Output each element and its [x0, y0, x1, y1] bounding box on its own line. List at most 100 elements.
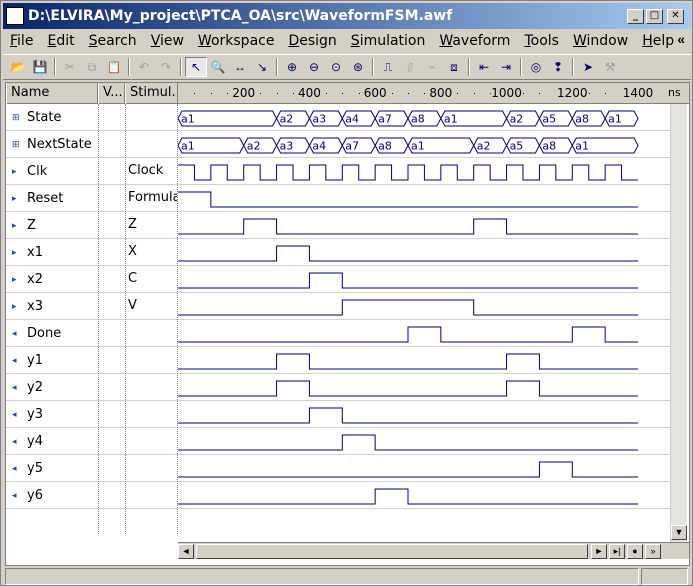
measure-tool-icon[interactable]: ↔	[229, 57, 251, 77]
signal-name-cell[interactable]: ▸ Clk	[6, 158, 98, 185]
ruler-minor-tick	[210, 93, 212, 94]
menu-workspace[interactable]: Workspace	[191, 33, 282, 49]
scroll-right-button[interactable]: ►	[591, 544, 607, 559]
undo-icon[interactable]: ↶	[133, 57, 155, 77]
find-binoculars-icon[interactable]: ◎	[525, 57, 547, 77]
next-edge-icon[interactable]: ⇥	[495, 57, 517, 77]
maximize-button[interactable]: □	[646, 9, 663, 24]
open-folder-icon[interactable]: 📂	[7, 57, 29, 77]
select-pointer-icon[interactable]: ↖	[185, 57, 207, 77]
signal-value-cell	[98, 104, 125, 131]
zoom-fit-icon[interactable]: ⊙	[325, 57, 347, 77]
vertical-scrollbar[interactable]: ▼	[670, 104, 687, 542]
signal-name-cell[interactable]: ◂ y2	[6, 374, 98, 401]
signal-name-cell[interactable]: ▸ Reset	[6, 185, 98, 212]
menu-edit[interactable]: Edit	[40, 33, 81, 49]
signal-stimulator[interactable]	[125, 482, 177, 509]
app-icon	[6, 7, 24, 25]
add-signal-icon[interactable]: ⎍	[377, 57, 399, 77]
signal-name-cell[interactable]: ▸ x1	[6, 239, 98, 266]
save-icon[interactable]: 💾	[29, 57, 51, 77]
prev-edge-icon[interactable]: ⇤	[473, 57, 495, 77]
waveform-canvas[interactable]: a1 a2 a3 a4 a7 a8 a1 a2 a5 a8 a1 a1 a2 a3 a4 a7 a8 a1 a2 a5…	[178, 104, 666, 514]
delete-signal-icon[interactable]: ⎎	[399, 57, 421, 77]
signal-name-cell[interactable]: ⊞ NextState	[6, 131, 98, 158]
menu-file[interactable]: File	[3, 33, 40, 49]
menu-window[interactable]: Window	[566, 33, 635, 49]
title-bar[interactable]: D:\ELVIRA\My_project\PTCA_OA\src\Wavefor…	[3, 3, 691, 29]
signal-name-cell[interactable]: ⊞ State	[6, 104, 98, 131]
zoom-in-icon[interactable]: ⊕	[281, 57, 303, 77]
signal-value-cell	[98, 374, 125, 401]
main-toolbar: 📂 💾 ✂ ⧉ 📋 ↶ ↷ ↖ 🔍 ↔ ↘ ⊕ ⊖ ⊙ ⊛ ⎍ ⎎ ⌁ ⧈ ⇤ ⇥ ◎ ❢ ➤ ⚒	[3, 54, 691, 80]
signal-stimulator[interactable]	[125, 104, 177, 131]
signal-stimulator[interactable]: Formula	[125, 185, 177, 212]
menu-overflow-chevron[interactable]: «	[677, 31, 685, 47]
bus-value-label: a2	[510, 113, 524, 126]
pin-marker-icon[interactable]: ➤	[577, 57, 599, 77]
menu-help[interactable]: Help	[635, 33, 681, 49]
signal-stimulator[interactable]	[125, 320, 177, 347]
signal-name-cell[interactable]: ◂ y5	[6, 455, 98, 482]
signal-value-cell	[98, 293, 125, 320]
zoom-range-icon[interactable]: ⊛	[347, 57, 369, 77]
signal-name-cell[interactable]: ◂ y6	[6, 482, 98, 509]
scroll-down-button[interactable]: ▼	[671, 525, 687, 540]
signal-name-cell[interactable]: ◂ y4	[6, 428, 98, 455]
minimize-button[interactable]: _	[627, 9, 644, 24]
menu-simulation[interactable]: Simulation	[344, 33, 433, 49]
signal-stimulator[interactable]	[125, 374, 177, 401]
signal-stimulator[interactable]	[125, 401, 177, 428]
menu-search[interactable]: Search	[82, 33, 144, 49]
output-port-icon: ◂	[12, 463, 17, 474]
go-end-button[interactable]: ▸|	[609, 544, 625, 559]
signal-stimulator[interactable]	[125, 428, 177, 455]
center-cursor-button[interactable]: ●	[627, 544, 643, 559]
column-header-stimulator[interactable]: Stimul...	[125, 83, 178, 104]
zoom-tool-icon[interactable]: 🔍	[207, 57, 229, 77]
signal-stimulator[interactable]: Clock	[125, 158, 177, 185]
signal-stimulator[interactable]	[125, 347, 177, 374]
edit-pointer-icon[interactable]: ↘	[251, 57, 273, 77]
ruler-tick-label: 1400	[621, 86, 655, 100]
settings-wrench-icon[interactable]: ⚒	[599, 57, 621, 77]
cut-icon[interactable]: ✂	[59, 57, 81, 77]
paste-icon[interactable]: 📋	[103, 57, 125, 77]
fast-forward-button[interactable]: »	[645, 544, 661, 559]
signal-name-cell[interactable]: ▸ x3	[6, 293, 98, 320]
compare-icon[interactable]: ⧈	[443, 57, 465, 77]
menu-view[interactable]: View	[144, 33, 191, 49]
stimulator-icon[interactable]: ⌁	[421, 57, 443, 77]
close-button[interactable]: ✕	[667, 9, 684, 24]
signal-name-cell[interactable]: ◂ Done	[6, 320, 98, 347]
signal-stimulator[interactable]: V	[125, 293, 177, 320]
column-header-value[interactable]: V...	[98, 83, 125, 104]
time-ruler[interactable]: 200 400 600 800 1000 1200 1400	[178, 83, 666, 104]
column-header-name[interactable]: Name	[6, 83, 98, 104]
copy-icon[interactable]: ⧉	[81, 57, 103, 77]
menu-design[interactable]: Design	[281, 33, 343, 49]
signal-stimulator[interactable]: Z	[125, 212, 177, 239]
signal-name: NextState	[27, 136, 92, 152]
horizontal-scrollbar[interactable]: ◄ ► ▸| ● »	[178, 542, 689, 559]
ruler-tick-label: 200	[231, 86, 257, 100]
menu-tools[interactable]: Tools	[517, 33, 566, 49]
signal-name-cell[interactable]: ▸ x2	[6, 266, 98, 293]
scroll-thumb[interactable]	[196, 544, 588, 559]
signal-name-cell[interactable]: ▸ Z	[6, 212, 98, 239]
scroll-left-button[interactable]: ◄	[178, 544, 194, 559]
signal-stimulator[interactable]	[125, 131, 177, 158]
signal-stimulator[interactable]: C	[125, 266, 177, 293]
signal-waveform	[178, 299, 638, 316]
ruler-minor-tick	[473, 93, 475, 94]
input-port-icon: ▸	[12, 301, 17, 312]
signal-name-cell[interactable]: ◂ y3	[6, 401, 98, 428]
signal-stimulator[interactable]: X	[125, 239, 177, 266]
menu-waveform[interactable]: Waveform	[432, 33, 517, 49]
zoom-out-icon[interactable]: ⊖	[303, 57, 325, 77]
redo-icon[interactable]: ↷	[155, 57, 177, 77]
signal-stimulator[interactable]	[125, 455, 177, 482]
signal-name-cell[interactable]: ◂ y1	[6, 347, 98, 374]
signal-name: y6	[27, 487, 43, 503]
bookmark-icon[interactable]: ❢	[547, 57, 569, 77]
